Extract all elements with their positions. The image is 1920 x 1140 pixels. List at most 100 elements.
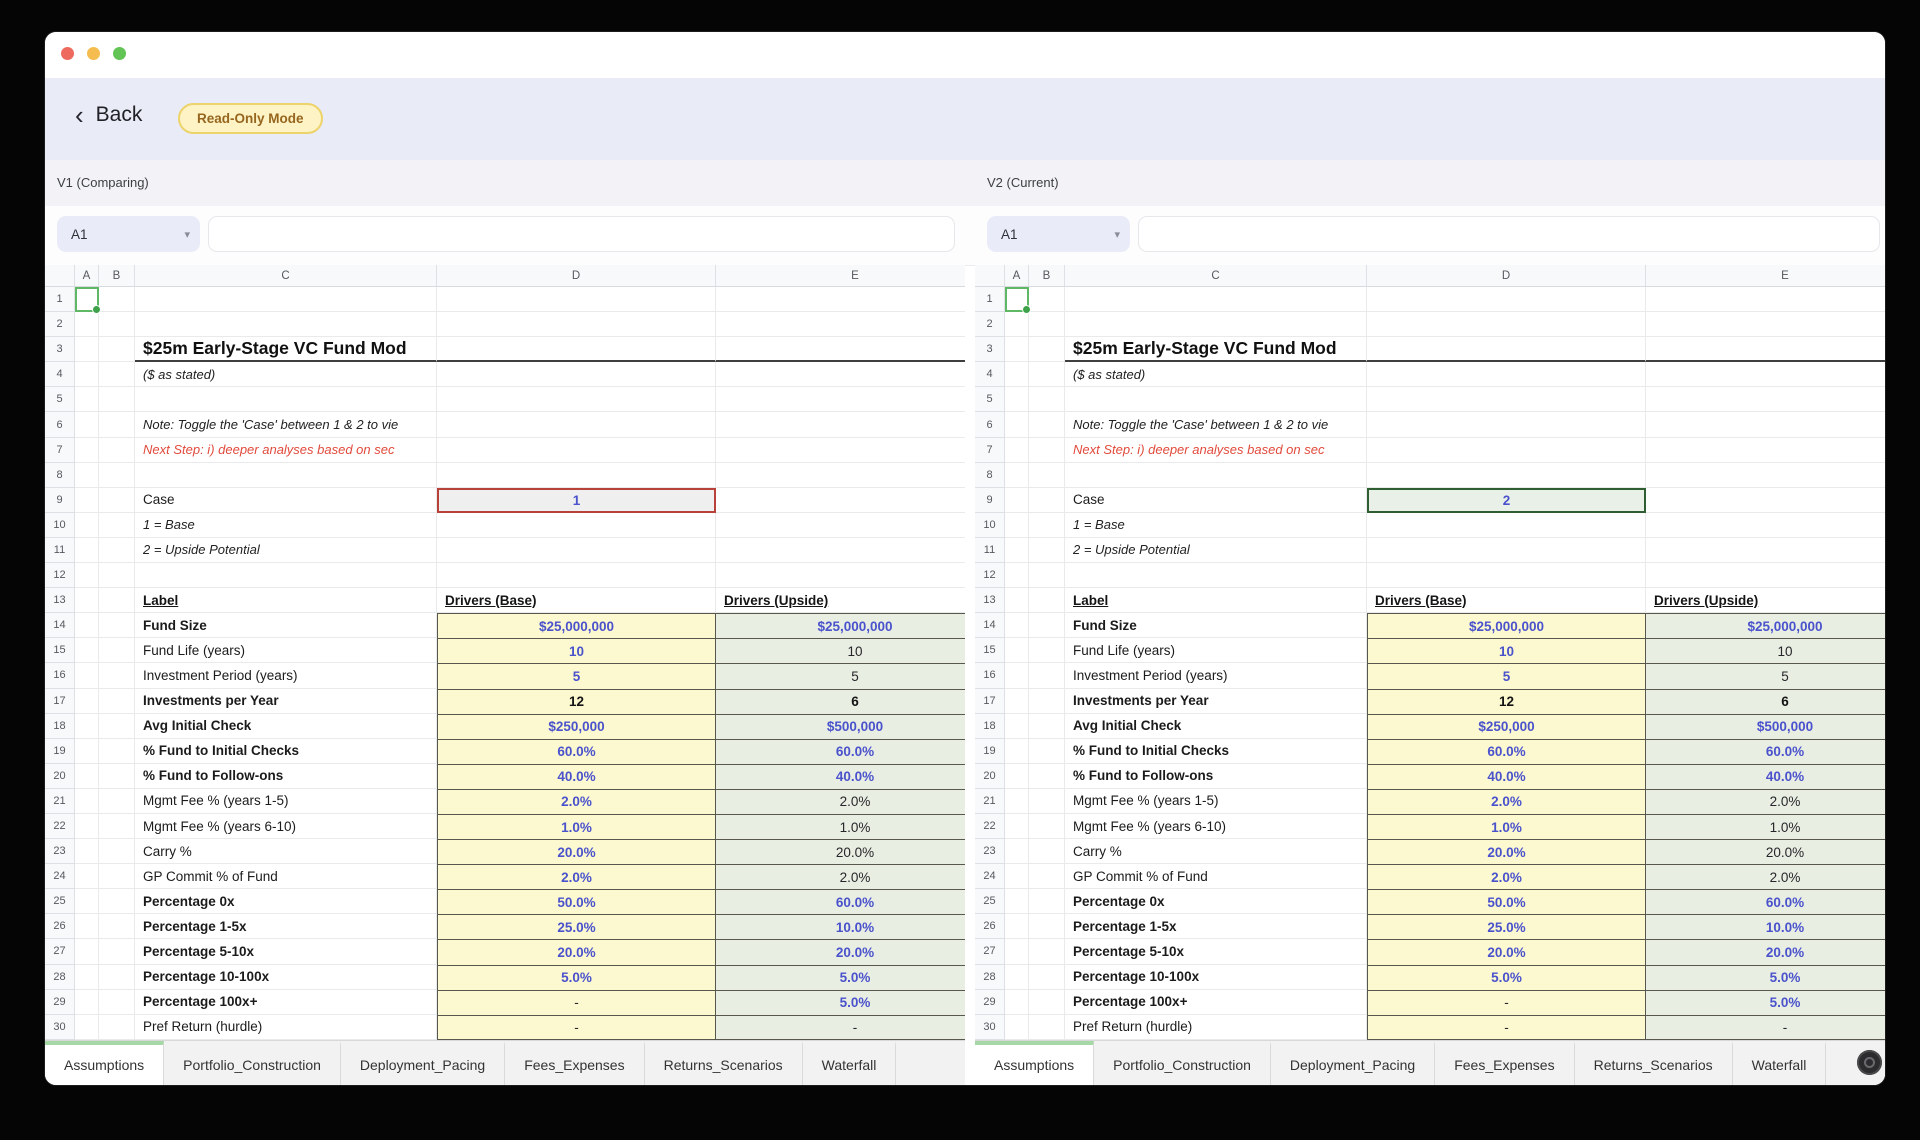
cell-A30[interactable]: [1005, 1015, 1029, 1040]
cell-C10[interactable]: 1 = Base: [135, 513, 437, 538]
column-header-B[interactable]: B: [1029, 265, 1065, 287]
cell-D1[interactable]: [437, 287, 716, 312]
row-header-18[interactable]: 18: [45, 714, 75, 739]
cell-C3[interactable]: $25m Early-Stage VC Fund Mod: [135, 337, 437, 362]
tab-waterfall[interactable]: Waterfall: [803, 1041, 897, 1085]
cell-E27[interactable]: 20.0%: [1646, 939, 1885, 964]
cell-C11[interactable]: 2 = Upside Potential: [1065, 538, 1367, 563]
cell-B8[interactable]: [99, 463, 135, 488]
cell-E27[interactable]: 20.0%: [716, 939, 965, 964]
row-header-5[interactable]: 5: [975, 387, 1005, 412]
formula-input-v2[interactable]: [1138, 216, 1880, 252]
row-header-12[interactable]: 12: [975, 563, 1005, 588]
cell-A28[interactable]: [75, 965, 99, 990]
row-header-10[interactable]: 10: [975, 513, 1005, 538]
cell-D4[interactable]: [437, 362, 716, 387]
cell-E18[interactable]: $500,000: [716, 714, 965, 739]
row-header-10[interactable]: 10: [45, 513, 75, 538]
cell-C5[interactable]: [135, 387, 437, 412]
cell-B22[interactable]: [1029, 814, 1065, 839]
cell-D22[interactable]: 1.0%: [1367, 814, 1646, 839]
cell-B12[interactable]: [99, 563, 135, 588]
cell-C4[interactable]: ($ as stated): [1065, 362, 1367, 387]
cell-B18[interactable]: [1029, 714, 1065, 739]
cell-B24[interactable]: [1029, 864, 1065, 889]
cell-E26[interactable]: 10.0%: [716, 914, 965, 939]
cell-C11[interactable]: 2 = Upside Potential: [135, 538, 437, 563]
cell-E3[interactable]: [1646, 337, 1885, 362]
column-header-E[interactable]: E: [716, 265, 965, 287]
column-header-D[interactable]: D: [437, 265, 716, 287]
row-header-30[interactable]: 30: [45, 1015, 75, 1040]
row-header-15[interactable]: 15: [45, 638, 75, 663]
cell-E30[interactable]: -: [1646, 1015, 1885, 1040]
row-header-17[interactable]: 17: [975, 689, 1005, 714]
close-window-icon[interactable]: [61, 47, 74, 60]
cell-A5[interactable]: [1005, 387, 1029, 412]
tab-assumptions[interactable]: Assumptions: [975, 1041, 1094, 1085]
row-header-7[interactable]: 7: [975, 438, 1005, 463]
cell-A22[interactable]: [1005, 814, 1029, 839]
cell-D12[interactable]: [1367, 563, 1646, 588]
cell-C29[interactable]: Percentage 100x+: [1065, 990, 1367, 1015]
row-header-14[interactable]: 14: [45, 613, 75, 638]
cell-C29[interactable]: Percentage 100x+: [135, 990, 437, 1015]
cell-A4[interactable]: [1005, 362, 1029, 387]
row-header-30[interactable]: 30: [975, 1015, 1005, 1040]
cell-C6[interactable]: Note: Toggle the 'Case' between 1 & 2 to…: [1065, 412, 1367, 437]
cell-E13[interactable]: Drivers (Upside): [716, 588, 965, 613]
cell-B4[interactable]: [99, 362, 135, 387]
cell-B28[interactable]: [99, 965, 135, 990]
row-header-29[interactable]: 29: [45, 990, 75, 1015]
cell-E14[interactable]: $25,000,000: [1646, 613, 1885, 638]
cell-D2[interactable]: [1367, 312, 1646, 337]
row-header-2[interactable]: 2: [975, 312, 1005, 337]
cell-A2[interactable]: [75, 312, 99, 337]
case-toggle-cell-v1[interactable]: 1: [437, 488, 716, 513]
cell-A19[interactable]: [1005, 739, 1029, 764]
cell-E13[interactable]: Drivers (Upside): [1646, 588, 1885, 613]
cell-E19[interactable]: 60.0%: [1646, 739, 1885, 764]
cell-E28[interactable]: 5.0%: [1646, 965, 1885, 990]
cell-D5[interactable]: [437, 387, 716, 412]
cell-C19[interactable]: % Fund to Initial Checks: [135, 739, 437, 764]
cell-D27[interactable]: 20.0%: [437, 939, 716, 964]
cell-D5[interactable]: [1367, 387, 1646, 412]
cell-C13[interactable]: Label: [135, 588, 437, 613]
cell-E21[interactable]: 2.0%: [1646, 789, 1885, 814]
cell-C16[interactable]: Investment Period (years): [1065, 663, 1367, 688]
cell-E20[interactable]: 40.0%: [1646, 764, 1885, 789]
row-header-18[interactable]: 18: [975, 714, 1005, 739]
cell-B16[interactable]: [1029, 663, 1065, 688]
cell-D21[interactable]: 2.0%: [1367, 789, 1646, 814]
cell-B21[interactable]: [1029, 789, 1065, 814]
cell-D10[interactable]: [437, 513, 716, 538]
cell-C26[interactable]: Percentage 1-5x: [1065, 914, 1367, 939]
cell-B29[interactable]: [1029, 990, 1065, 1015]
cell-C15[interactable]: Fund Life (years): [135, 638, 437, 663]
cell-C25[interactable]: Percentage 0x: [1065, 889, 1367, 914]
cell-E24[interactable]: 2.0%: [716, 864, 965, 889]
cell-C17[interactable]: Investments per Year: [1065, 689, 1367, 714]
cell-C7[interactable]: Next Step: i) deeper analyses based on s…: [1065, 438, 1367, 463]
cell-C22[interactable]: Mgmt Fee % (years 6-10): [1065, 814, 1367, 839]
cell-B21[interactable]: [99, 789, 135, 814]
cell-E20[interactable]: 40.0%: [716, 764, 965, 789]
column-header-B[interactable]: B: [99, 265, 135, 287]
corner-cell[interactable]: [975, 265, 1005, 287]
cell-A7[interactable]: [1005, 438, 1029, 463]
cell-B20[interactable]: [1029, 764, 1065, 789]
cell-A10[interactable]: [1005, 513, 1029, 538]
cell-A18[interactable]: [1005, 714, 1029, 739]
cell-A6[interactable]: [1005, 412, 1029, 437]
cell-E6[interactable]: [716, 412, 965, 437]
cell-A13[interactable]: [1005, 588, 1029, 613]
cell-C12[interactable]: [135, 563, 437, 588]
cell-D2[interactable]: [437, 312, 716, 337]
row-header-6[interactable]: 6: [45, 412, 75, 437]
cell-A3[interactable]: [75, 337, 99, 362]
cell-B17[interactable]: [99, 689, 135, 714]
row-header-25[interactable]: 25: [975, 889, 1005, 914]
cell-B29[interactable]: [99, 990, 135, 1015]
column-header-D[interactable]: D: [1367, 265, 1646, 287]
